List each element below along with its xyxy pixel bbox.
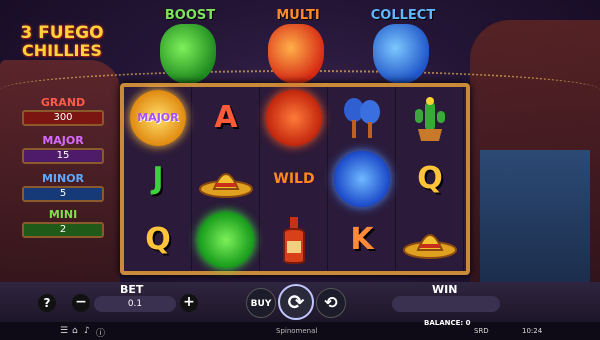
clock: 10:24 — [522, 327, 543, 335]
orb-major-label: MAJOR — [137, 111, 179, 124]
blue-chili-bunch-icon — [373, 24, 429, 84]
symbol-q: Q — [396, 148, 464, 209]
sombrero-icon — [403, 233, 457, 259]
sound-icon[interactable]: ♪ — [84, 326, 90, 336]
autoplay-button[interactable]: ⟲ — [316, 288, 346, 318]
jackpot-major: MAJOR 15 — [22, 134, 104, 164]
win-label: WIN — [432, 283, 458, 296]
bet-label: BET — [120, 283, 144, 296]
jackpot-mini: MINI 2 — [22, 208, 104, 238]
letter-q: Q — [145, 222, 171, 257]
symbol-green-orb — [192, 209, 260, 270]
symbol-hot-sauce — [260, 209, 328, 270]
letter-k: K — [350, 222, 374, 257]
buy-feature-button[interactable]: BUY — [246, 288, 276, 318]
status-bar: ☰ ⌂ ♪ ⓘ Spinomenal BALANCE: 0 SRD 10:24 — [0, 319, 600, 340]
jackpot-grand: GRAND 300 — [22, 96, 104, 126]
blue-orb-icon — [334, 150, 390, 207]
spin-button[interactable]: ⟳ — [278, 284, 314, 320]
bet-value: 0.1 — [94, 296, 176, 312]
reel-4: K — [328, 87, 396, 271]
feature-collect-label: COLLECT — [370, 8, 436, 23]
balance: BALANCE: 0 — [424, 319, 471, 327]
symbol-a: A — [192, 87, 260, 148]
home-icon[interactable]: ⌂ — [72, 326, 78, 336]
background-building-blue — [480, 150, 590, 290]
jackpot-major-value: 15 — [22, 148, 104, 164]
symbol-j: J — [124, 148, 192, 209]
gold-orb-icon: MAJOR — [130, 89, 186, 146]
logo-line1: 3 FUEGO — [20, 23, 104, 43]
currency: SRD — [474, 327, 489, 335]
red-chili-bunch-icon — [268, 24, 324, 84]
symbol-cactus — [396, 87, 464, 148]
bet-increase-button[interactable]: + — [180, 294, 198, 312]
provider-brand: Spinomenal — [276, 327, 318, 335]
orange-orb-icon — [266, 89, 322, 146]
feature-multi-label: MULTI — [276, 8, 320, 23]
green-orb-icon — [198, 211, 254, 268]
letter-j: J — [152, 161, 164, 196]
maracas-icon — [344, 97, 380, 138]
game-logo: 3 FUEGO CHILLIES — [12, 24, 112, 60]
jackpot-major-label: MAJOR — [42, 134, 84, 147]
symbol-sombrero — [192, 148, 260, 209]
symbol-wild: WILD — [260, 148, 328, 209]
feature-boost-label: BOOST — [164, 8, 216, 23]
symbol-q: Q — [124, 209, 192, 270]
menu-icon[interactable]: ☰ — [60, 326, 68, 336]
hot-sauce-icon — [283, 216, 305, 264]
symbol-k: K — [328, 209, 396, 270]
letter-q: Q — [417, 161, 443, 196]
game-stage: 3 FUEGO CHILLIES BOOST MULTI COLLECT GRA… — [0, 0, 600, 340]
cactus-icon — [415, 96, 445, 141]
wild-label: WILD — [273, 170, 315, 187]
jackpot-grand-value: 300 — [22, 110, 104, 126]
symbol-sombrero — [396, 209, 464, 270]
reel-5: Q — [396, 87, 464, 271]
bet-decrease-button[interactable]: − — [72, 294, 90, 312]
green-chili-bunch-icon — [160, 24, 216, 84]
jackpot-mini-label: MINI — [48, 208, 78, 221]
info-icon[interactable]: ⓘ — [96, 326, 105, 339]
symbol-orange-orb — [260, 87, 328, 148]
jackpot-minor-value: 5 — [22, 186, 104, 202]
logo-line2: CHILLIES — [22, 41, 102, 60]
symbol-major-orb: MAJOR — [124, 87, 192, 148]
sombrero-icon — [199, 172, 253, 198]
symbol-maracas — [328, 87, 396, 148]
jackpot-grand-label: GRAND — [40, 96, 86, 109]
win-value — [392, 296, 500, 312]
letter-a: A — [214, 100, 238, 135]
jackpot-mini-value: 2 — [22, 222, 104, 238]
symbol-blue-orb — [328, 148, 396, 209]
help-button[interactable]: ? — [38, 294, 56, 312]
reel-3: WILD — [260, 87, 328, 271]
reel-2: A — [192, 87, 260, 271]
jackpot-minor-label: MINOR — [41, 172, 85, 185]
reel-grid: MAJOR J Q A WILD K Q — [120, 83, 470, 275]
reel-1: MAJOR J Q — [124, 87, 192, 271]
jackpot-minor: MINOR 5 — [22, 172, 104, 202]
